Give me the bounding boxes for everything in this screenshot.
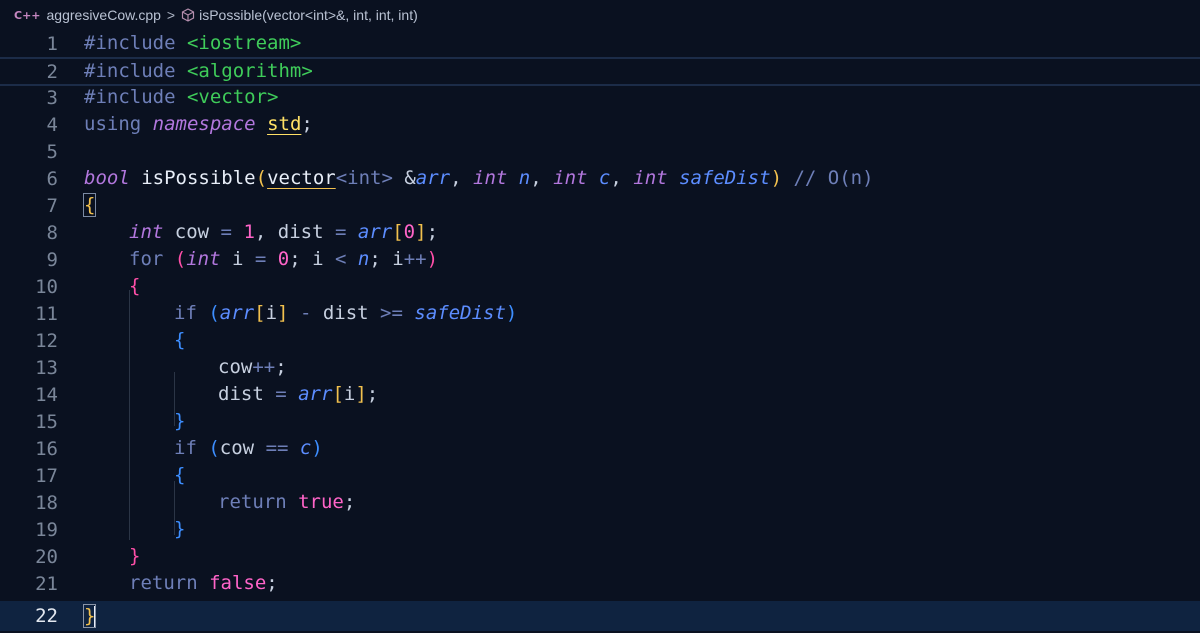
code-line[interactable]: 17 { <box>0 462 1200 489</box>
code-line[interactable]: 2 #include <algorithm> <box>0 57 1200 86</box>
code-text: return false; <box>129 572 278 594</box>
line-number: 22 <box>35 605 58 627</box>
code-line[interactable]: 11 if (arr[i] - dist >= safeDist) <box>0 300 1200 327</box>
code-text: { <box>82 193 97 217</box>
code-line[interactable]: 4 using namespace std; <box>0 111 1200 138</box>
code-line[interactable]: 9 for (int i = 0; i < n; i++) <box>0 246 1200 273</box>
code-text: } <box>82 604 97 628</box>
line-number: 20 <box>35 545 58 568</box>
text-cursor <box>94 605 97 628</box>
breadcrumb-separator: > <box>166 7 176 23</box>
line-number: 21 <box>35 572 58 595</box>
code-line[interactable]: 13 cow++; <box>0 354 1200 381</box>
line-number: 8 <box>46 221 58 244</box>
code-text: bool isPossible(vector<int> &arr, int n,… <box>84 167 874 189</box>
code-line[interactable]: 10 { <box>0 273 1200 300</box>
code-line[interactable]: 14 dist = arr[i]; <box>0 381 1200 408</box>
line-number: 5 <box>46 140 58 163</box>
line-number: 15 <box>35 410 58 433</box>
code-text: } <box>174 518 186 540</box>
line-number: 9 <box>46 248 58 271</box>
code-line[interactable]: 18 return true; <box>0 489 1200 516</box>
line-number: 14 <box>35 383 58 406</box>
code-line[interactable]: 8 int cow = 1, dist = arr[0]; <box>0 219 1200 246</box>
code-text: { <box>174 329 186 351</box>
line-number: 1 <box>46 32 58 55</box>
code-text: using namespace std; <box>84 113 313 135</box>
line-number: 19 <box>35 518 58 541</box>
breadcrumb-file-name[interactable]: aggresiveCow.cpp <box>47 7 161 23</box>
code-text: #include <vector> <box>84 86 279 108</box>
line-number: 16 <box>35 437 58 460</box>
cube-icon <box>181 8 195 22</box>
code-line[interactable]: 12 { <box>0 327 1200 354</box>
code-text: #include <algorithm> <box>84 60 313 82</box>
code-line[interactable]: 16 if (cow == c) <box>0 435 1200 462</box>
code-text: if (cow == c) <box>174 437 323 459</box>
code-editor[interactable]: 1 #include <iostream> 2 #include <algori… <box>0 30 1200 633</box>
code-line-current[interactable]: 22 } <box>0 601 1200 631</box>
line-number: 6 <box>46 167 58 190</box>
line-number: 7 <box>46 194 58 217</box>
breadcrumb: C++ aggresiveCow.cpp > isPossible(vector… <box>0 0 1200 30</box>
code-line[interactable]: 3 #include <vector> <box>0 84 1200 111</box>
line-number: 10 <box>35 275 58 298</box>
code-text: for (int i = 0; i < n; i++) <box>129 248 439 270</box>
code-text: { <box>129 275 141 297</box>
code-line[interactable]: 20 } <box>0 543 1200 570</box>
code-text: } <box>129 545 141 567</box>
code-line[interactable]: 15 } <box>0 408 1200 435</box>
line-number: 3 <box>46 86 58 109</box>
code-text: #include <iostream> <box>84 32 302 54</box>
cpp-file-icon: C++ <box>14 8 41 22</box>
code-line[interactable]: 7 { <box>0 192 1200 219</box>
line-number: 4 <box>46 113 58 136</box>
line-number: 17 <box>35 464 58 487</box>
code-line[interactable]: 19 } <box>0 516 1200 543</box>
code-text: cow++; <box>218 356 287 378</box>
line-number: 11 <box>35 302 58 325</box>
breadcrumb-symbol-name[interactable]: isPossible(vector<int>&, int, int, int) <box>199 7 418 23</box>
code-text: return true; <box>218 491 356 513</box>
code-text: { <box>174 464 186 486</box>
line-number: 18 <box>35 491 58 514</box>
code-text: int cow = 1, dist = arr[0]; <box>129 221 439 243</box>
code-text: dist = arr[i]; <box>218 383 379 405</box>
code-text: } <box>174 410 186 432</box>
line-number: 2 <box>46 60 58 83</box>
line-number: 13 <box>35 356 58 379</box>
code-text: if (arr[i] - dist >= safeDist) <box>174 302 518 324</box>
code-line[interactable]: 21 return false; <box>0 570 1200 597</box>
code-line[interactable]: 6 bool isPossible(vector<int> &arr, int … <box>0 165 1200 192</box>
code-line[interactable]: 5 <box>0 138 1200 165</box>
code-line[interactable]: 1 #include <iostream> <box>0 30 1200 57</box>
line-number: 12 <box>35 329 58 352</box>
